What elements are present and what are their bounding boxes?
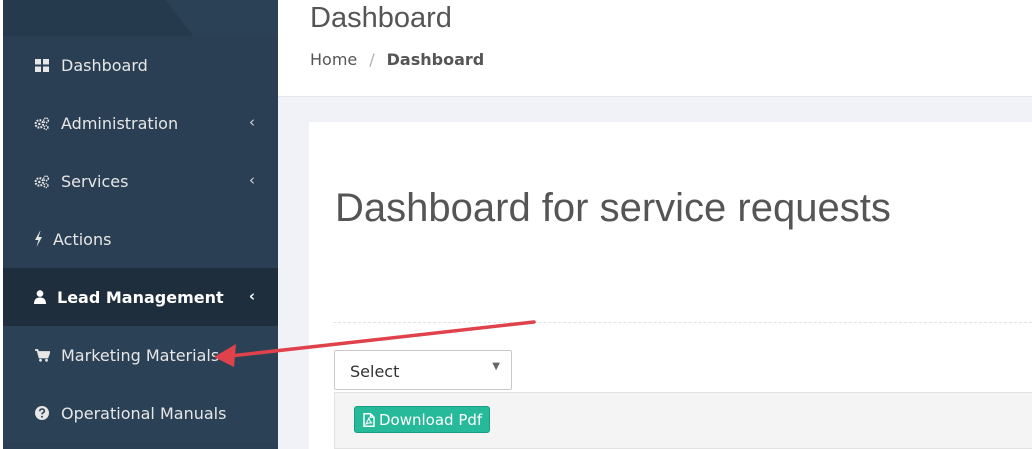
sidebar-item-actions[interactable]: Actions <box>3 210 278 268</box>
download-pdf-label: Download Pdf <box>379 410 483 429</box>
cart-icon <box>34 347 50 363</box>
cogs-icon <box>34 115 50 131</box>
sidebar-item-label: Operational Manuals <box>61 403 227 423</box>
sidebar-item-label: Dashboard <box>61 55 148 75</box>
sidebar-header <box>3 0 278 36</box>
divider <box>333 322 1032 323</box>
sidebar-item-lead-management[interactable]: Lead Management ‹ <box>3 268 278 326</box>
question-circle-icon <box>34 405 50 421</box>
page-title: Dashboard <box>310 2 452 34</box>
sidebar-item-label: Services <box>61 171 129 191</box>
breadcrumb: Home / Dashboard <box>310 50 484 69</box>
caret-down-icon: ▼ <box>492 361 500 372</box>
breadcrumb-current: Dashboard <box>386 50 485 69</box>
file-pdf-icon <box>363 412 375 427</box>
sidebar-item-marketing-materials[interactable]: Marketing Materials <box>3 326 278 384</box>
sidebar: Dashboard Administration ‹ Services ‹ Ac… <box>3 0 278 449</box>
sidebar-item-administration[interactable]: Administration ‹ <box>3 94 278 152</box>
cogs-icon <box>34 173 50 189</box>
download-pdf-button[interactable]: Download Pdf <box>354 406 491 433</box>
sidebar-item-operational-manuals[interactable]: Operational Manuals <box>3 384 278 442</box>
bolt-icon <box>34 231 43 247</box>
sidebar-item-dashboard[interactable]: Dashboard <box>3 36 278 94</box>
sidebar-item-label: Actions <box>53 229 112 249</box>
chevron-left-icon: ‹ <box>249 113 255 132</box>
sidebar-item-label: Administration <box>61 113 179 133</box>
page-header: Dashboard Home / Dashboard <box>278 0 1032 97</box>
filter-select[interactable]: Select ▼ <box>334 350 512 390</box>
chevron-left-icon: ‹ <box>249 171 255 190</box>
user-icon <box>34 289 46 305</box>
sidebar-item-services[interactable]: Services ‹ <box>3 152 278 210</box>
select-value: Select <box>350 362 400 381</box>
sidebar-item-label: Lead Management <box>57 287 224 307</box>
breadcrumb-home-link[interactable]: Home <box>310 50 357 69</box>
export-toolbar: Download Pdf <box>334 392 1032 449</box>
card-title: Dashboard for service requests <box>335 186 891 230</box>
sidebar-item-label: Marketing Materials <box>61 345 220 365</box>
dashboard-card: Dashboard for service requests Select ▼ … <box>309 122 1032 449</box>
dashboard-icon <box>34 57 50 73</box>
breadcrumb-separator: / <box>369 50 375 69</box>
chevron-left-icon: ‹ <box>248 287 256 306</box>
